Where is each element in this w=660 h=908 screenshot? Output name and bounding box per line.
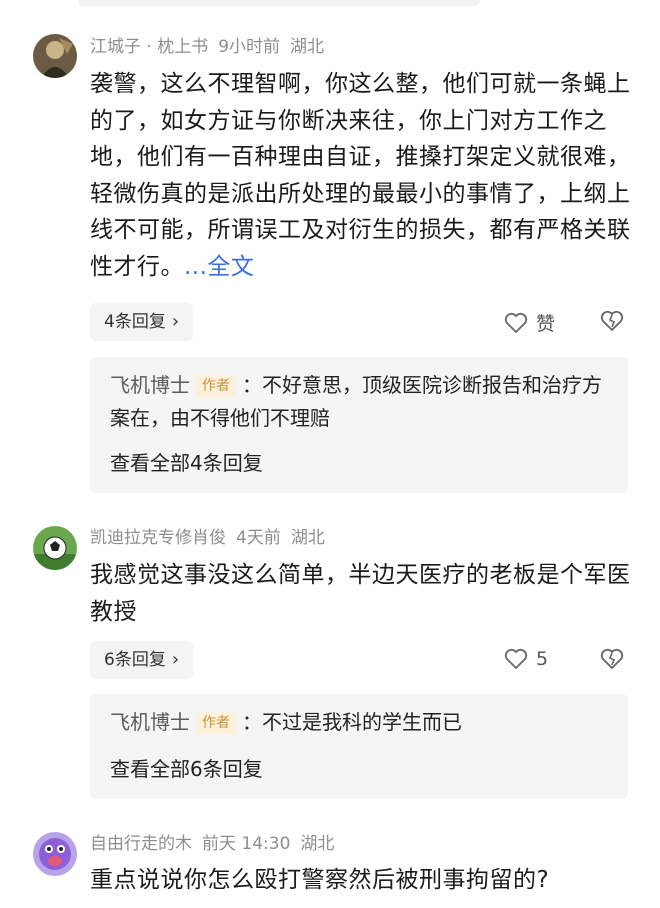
avatar[interactable]	[33, 34, 77, 78]
author-tag: 作者	[196, 375, 236, 397]
comment-text-content: 袭警，这么不理智啊，你这么整，他们可就一条蝇上的了，如女方证与你断决来往，你上门…	[90, 71, 631, 280]
replies-button[interactable]: 4条回复 ›	[90, 303, 194, 341]
comment-meta: 江城子 · 枕上书 9小时前 湖北	[90, 36, 334, 58]
sub-reply-box[interactable]: 飞机博士 作者 ：不过是我科的学生而已 查看全部6条回复	[90, 694, 628, 799]
chevron-right-icon: ›	[171, 311, 180, 332]
username[interactable]: 江城子 · 枕上书	[90, 37, 208, 57]
broken-heart-icon	[600, 310, 624, 332]
broken-heart-icon	[600, 648, 624, 670]
heart-outline-icon	[504, 648, 528, 670]
like-label: 赞	[536, 313, 556, 335]
chevron-right-icon: ›	[171, 649, 180, 670]
sub-reply-box[interactable]: 飞机博士 作者 ：不好意思，顶级医院诊断报告和治疗方案在，由不得他们不理赔 查看全部…	[90, 357, 628, 493]
sub-reply: 飞机博士 作者 ：不好意思，顶级医院诊断报告和治疗方案在，由不得他们不理赔	[110, 369, 615, 435]
avatar[interactable]	[33, 526, 77, 570]
username[interactable]: 凯迪拉克专修肖俊	[90, 528, 226, 548]
timestamp: 4天前	[236, 528, 281, 548]
previous-comment-edge	[78, 0, 480, 6]
timestamp: 9小时前	[218, 37, 281, 57]
comment-text: 我感觉这事没这么简单，半边天医疗的老板是个军医教授	[90, 557, 632, 630]
view-all-replies-link[interactable]: 查看全部4条回复	[110, 449, 263, 477]
username[interactable]: 自由行走的木	[90, 834, 192, 854]
view-all-replies-link[interactable]: 查看全部6条回复	[110, 755, 263, 783]
dislike-button[interactable]	[600, 310, 624, 336]
replies-label: 4条回复	[104, 312, 166, 332]
comment-text-content: 我感觉这事没这么简单，半边天医疗的老板是个军医教授	[90, 562, 631, 625]
comment-text: 袭警，这么不理智啊，你这么整，他们可就一条蝇上的了，如女方证与你断决来往，你上门…	[90, 66, 632, 285]
like-count: 5	[536, 648, 549, 670]
sub-reply-text: ：不过是我科的学生而已	[242, 710, 462, 734]
heart-outline-icon	[504, 312, 528, 333]
comment-meta: 自由行走的木 前天 14:30 湖北	[90, 833, 344, 855]
location: 湖北	[290, 37, 325, 57]
like-button[interactable]: 5	[504, 648, 548, 670]
comment-meta: 凯迪拉克专修肖俊 4天前 湖北	[90, 527, 335, 549]
author-tag: 作者	[196, 712, 236, 734]
like-button[interactable]: 赞	[504, 309, 555, 336]
expand-link[interactable]: ...全文	[184, 254, 254, 280]
sub-reply: 飞机博士 作者 ：不过是我科的学生而已	[110, 706, 615, 739]
location: 湖北	[300, 834, 335, 854]
location: 湖北	[290, 528, 325, 548]
replies-button[interactable]: 6条回复 ›	[90, 641, 194, 679]
avatar[interactable]	[33, 832, 77, 876]
sub-reply-author[interactable]: 飞机博士	[110, 373, 190, 397]
replies-label: 6条回复	[104, 650, 166, 670]
comment-text-content: 重点说说你怎么殴打警察然后被刑事拘留的?	[90, 867, 550, 893]
comment-text: 重点说说你怎么殴打警察然后被刑事拘留的?	[90, 862, 632, 899]
sub-reply-author[interactable]: 飞机博士	[110, 710, 190, 734]
timestamp: 前天 14:30	[202, 834, 291, 854]
dislike-button[interactable]	[600, 648, 624, 674]
